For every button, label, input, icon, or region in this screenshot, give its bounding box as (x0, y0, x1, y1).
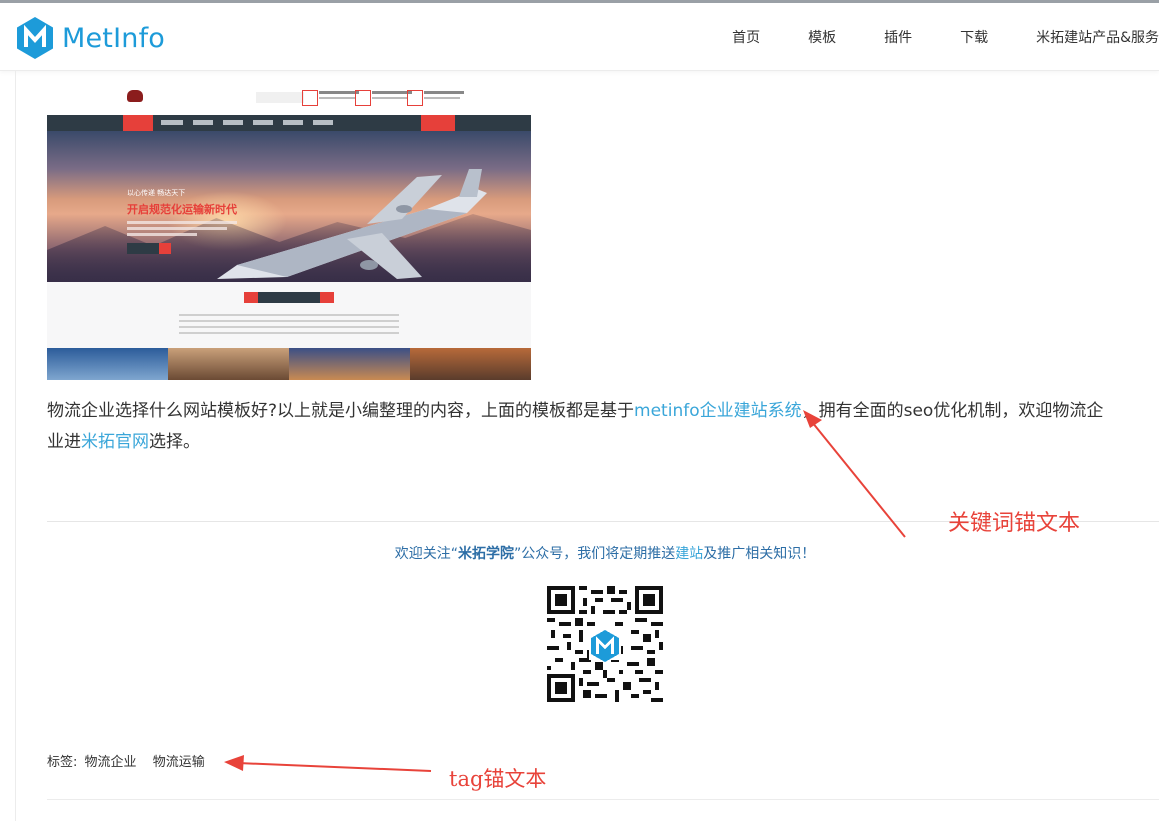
follow-text: ”公众号，我们将定期推送 (514, 546, 676, 562)
tag-logistics-transport[interactable]: 物流运输 (153, 755, 205, 770)
template-mail-icon (355, 90, 371, 106)
template-nav-active (123, 115, 153, 131)
nav-download[interactable]: 下载 (960, 27, 988, 47)
article-text: 物流企业选择什么网站模板好?以上就是小编整理的内容，上面的模板都是基于 (47, 401, 635, 421)
wechat-account-name: 米拓学院 (458, 546, 514, 562)
logo-text: MetInfo (62, 22, 165, 54)
metinfo-hex-logo-icon (17, 17, 53, 59)
template-nav-item (313, 120, 333, 125)
metinfo-system-link[interactable]: metinfo企业建站系统 (634, 401, 802, 421)
template-calendar-icon (407, 90, 423, 106)
template-more-arrow (159, 243, 171, 254)
template-text-line (179, 314, 399, 316)
template-search-box (256, 92, 304, 103)
template-nav-item (283, 120, 303, 125)
template-text-line (127, 233, 197, 236)
site-header: MetInfo 首页 模板 插件 下载 米拓建站产品&服务 (0, 3, 1159, 71)
tags-label: 标签: (47, 755, 78, 770)
follow-text: 及推广相关知识！ (703, 546, 816, 562)
left-divider (15, 71, 16, 821)
wechat-qr-code (547, 586, 663, 702)
article-text: ，拥有全面的seo优化机制，欢迎物流企 (801, 401, 1104, 421)
nav-plugins[interactable]: 插件 (884, 27, 912, 47)
template-text-line (179, 332, 399, 334)
template-info-line (319, 91, 359, 94)
tag-logistics-enterprise[interactable]: 物流企业 (85, 755, 137, 770)
template-info-line (372, 97, 408, 99)
template-slogan-large: 开启规范化运输新时代 (127, 203, 237, 216)
template-preview-image: 以心传递 畅达天下 开启规范化运输新时代 (47, 84, 531, 380)
template-next-arrow (320, 292, 334, 303)
follow-wechat-notice: 欢迎关注“米拓学院”公众号，我们将定期推送建站及推广相关知识！ (0, 543, 1159, 563)
template-prev-arrow (244, 292, 258, 303)
template-info-line (319, 97, 355, 99)
tags-row: 标签: 物流企业 物流运输 (47, 751, 205, 770)
template-nav-item (161, 120, 183, 125)
article-paragraph: 物流企业选择什么网站模板好?以上就是小编整理的内容，上面的模板都是基于metin… (47, 396, 1159, 458)
section-divider (47, 799, 1159, 800)
template-nav-item (223, 120, 243, 125)
article-text: 选择。 (149, 432, 200, 452)
template-text-line (179, 320, 399, 322)
airplane-icon (217, 169, 487, 279)
template-logo-icon (127, 90, 143, 102)
template-navbar (47, 115, 531, 131)
template-text-line (127, 221, 237, 224)
follow-text: 欢迎关注“ (394, 546, 458, 562)
main-nav: 首页 模板 插件 下载 米拓建站产品&服务 (732, 3, 1159, 70)
mituo-official-link[interactable]: 米拓官网 (81, 432, 149, 452)
template-hero-banner: 以心传递 畅达天下 开启规范化运输新时代 (47, 131, 531, 282)
nav-home[interactable]: 首页 (732, 27, 760, 47)
template-services-section (47, 282, 531, 348)
template-photo (410, 348, 531, 380)
template-text-line (127, 227, 227, 230)
template-photo (47, 348, 168, 380)
template-info-line (372, 91, 412, 94)
template-info-line (424, 97, 460, 99)
template-phone-icon (302, 90, 318, 106)
template-slogan-small: 以心传递 畅达天下 (127, 189, 186, 197)
nav-products-services[interactable]: 米拓建站产品&服务 (1036, 27, 1159, 47)
template-nav-button (421, 115, 455, 131)
site-logo[interactable]: MetInfo (16, 16, 165, 60)
template-nav-item (253, 120, 273, 125)
article-line-1: 物流企业选择什么网站模板好?以上就是小编整理的内容，上面的模板都是基于metin… (47, 396, 1159, 427)
build-site-link[interactable]: 建站 (675, 546, 703, 562)
keyword-anchor-annotation: 关键词锚文本 (948, 511, 1081, 536)
template-photo (289, 348, 410, 380)
template-nav-item (193, 120, 213, 125)
article-text: 业进 (47, 432, 81, 452)
article-line-2: 业进米拓官网选择。 (47, 427, 1159, 458)
tag-anchor-annotation: tag锚文本 (449, 767, 547, 791)
template-photo-strip (47, 348, 531, 380)
template-text-line (179, 326, 399, 328)
metinfo-m-icon (589, 628, 621, 662)
nav-templates[interactable]: 模板 (808, 27, 836, 47)
template-topbar (47, 84, 531, 115)
template-info-line (424, 91, 464, 94)
template-photo (168, 348, 289, 380)
